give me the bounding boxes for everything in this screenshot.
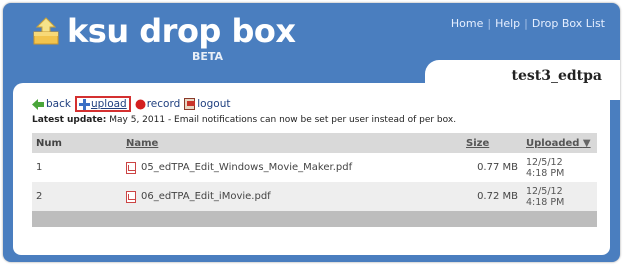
plus-icon bbox=[78, 98, 90, 110]
latest-update: Latest update: May 5, 2011 - Email notif… bbox=[32, 115, 456, 125]
upload-button[interactable]: upload bbox=[74, 96, 131, 112]
action-bar: back upload record logout bbox=[32, 96, 234, 112]
file-link[interactable]: 05_edTPA_Edit_Windows_Movie_Maker.pdf bbox=[126, 161, 458, 174]
sort-desc-icon: ▼ bbox=[582, 137, 591, 149]
logout-button[interactable]: logout bbox=[184, 98, 230, 110]
table-footer bbox=[32, 211, 597, 227]
uploaded-time: 4:18 PM bbox=[526, 167, 565, 179]
column-header-size[interactable]: Size bbox=[462, 133, 522, 153]
record-button[interactable]: record bbox=[135, 98, 181, 110]
row-num: 2 bbox=[32, 182, 122, 211]
uploaded-date: 12/5/12 bbox=[526, 185, 563, 197]
pdf-file-icon bbox=[126, 190, 136, 203]
nav-drop-box-list-link[interactable]: Drop Box List bbox=[532, 17, 605, 30]
column-header-uploaded[interactable]: Uploaded ▼ bbox=[522, 133, 597, 153]
file-name: 05_edTPA_Edit_Windows_Movie_Maker.pdf bbox=[141, 162, 353, 173]
pdf-file-icon bbox=[126, 161, 136, 174]
table-row: 1 05_edTPA_Edit_Windows_Movie_Maker.pdf … bbox=[32, 153, 597, 182]
uploaded-cell: 12/5/12 4:18 PM bbox=[522, 153, 597, 182]
main-content: back upload record logout Latest update:… bbox=[13, 83, 610, 255]
file-name-cell: 06_edTPA_Edit_iMovie.pdf bbox=[122, 182, 462, 211]
nav-separator: | bbox=[487, 17, 492, 30]
back-label: back bbox=[46, 98, 71, 110]
top-nav: Home | Help | Drop Box List bbox=[451, 17, 605, 30]
column-header-name[interactable]: Name bbox=[122, 133, 462, 153]
beta-label: BETA bbox=[192, 50, 224, 63]
record-icon bbox=[135, 99, 146, 109]
uploaded-time: 4:18 PM bbox=[526, 196, 565, 208]
logout-label: logout bbox=[197, 98, 231, 110]
table-header-row: Num Name Size Uploaded ▼ bbox=[32, 133, 597, 153]
site-logo[interactable]: ksu drop box bbox=[31, 15, 296, 47]
column-header-num: Num bbox=[32, 133, 122, 153]
record-label: record bbox=[146, 98, 181, 110]
back-arrow-icon bbox=[32, 98, 44, 110]
uploaded-cell: 12/5/12 4:18 PM bbox=[522, 182, 597, 211]
app-frame: ksu drop box BETA Home | Help | Drop Box Lis… bbox=[3, 3, 620, 262]
nav-home-link[interactable]: Home bbox=[451, 17, 483, 30]
upload-label: upload bbox=[90, 98, 127, 110]
nav-help-link[interactable]: Help bbox=[495, 17, 520, 30]
file-size: 0.77 MB bbox=[477, 162, 518, 173]
latest-update-label: Latest update: bbox=[32, 115, 107, 125]
drop-box-logo-icon bbox=[31, 16, 61, 46]
back-button[interactable]: back bbox=[32, 98, 71, 110]
nav-separator: | bbox=[524, 17, 528, 30]
file-name: 06_edTPA_Edit_iMovie.pdf bbox=[141, 191, 271, 202]
row-num: 1 bbox=[36, 162, 43, 173]
file-name-cell: 05_edTPA_Edit_Windows_Movie_Maker.pdf bbox=[122, 153, 462, 182]
box-owner-name: test3_edtpa bbox=[511, 68, 603, 84]
file-table: Num Name Size Uploaded ▼ 1 05_edTPA_Edit… bbox=[32, 133, 597, 227]
table-footer-row bbox=[32, 211, 597, 227]
latest-update-text: May 5, 2011 - Email notifications can no… bbox=[109, 115, 457, 125]
file-size: 0.72 MB bbox=[462, 182, 522, 211]
uploaded-date: 12/5/12 bbox=[526, 156, 563, 168]
logout-icon bbox=[184, 98, 196, 110]
logo-text: ksu drop box bbox=[67, 12, 296, 50]
uploaded-header-label: Uploaded bbox=[526, 137, 580, 149]
table-row: 2 06_edTPA_Edit_iMovie.pdf 0.72 MB 12/5/… bbox=[32, 182, 597, 211]
file-link[interactable]: 06_edTPA_Edit_iMovie.pdf bbox=[126, 190, 458, 203]
